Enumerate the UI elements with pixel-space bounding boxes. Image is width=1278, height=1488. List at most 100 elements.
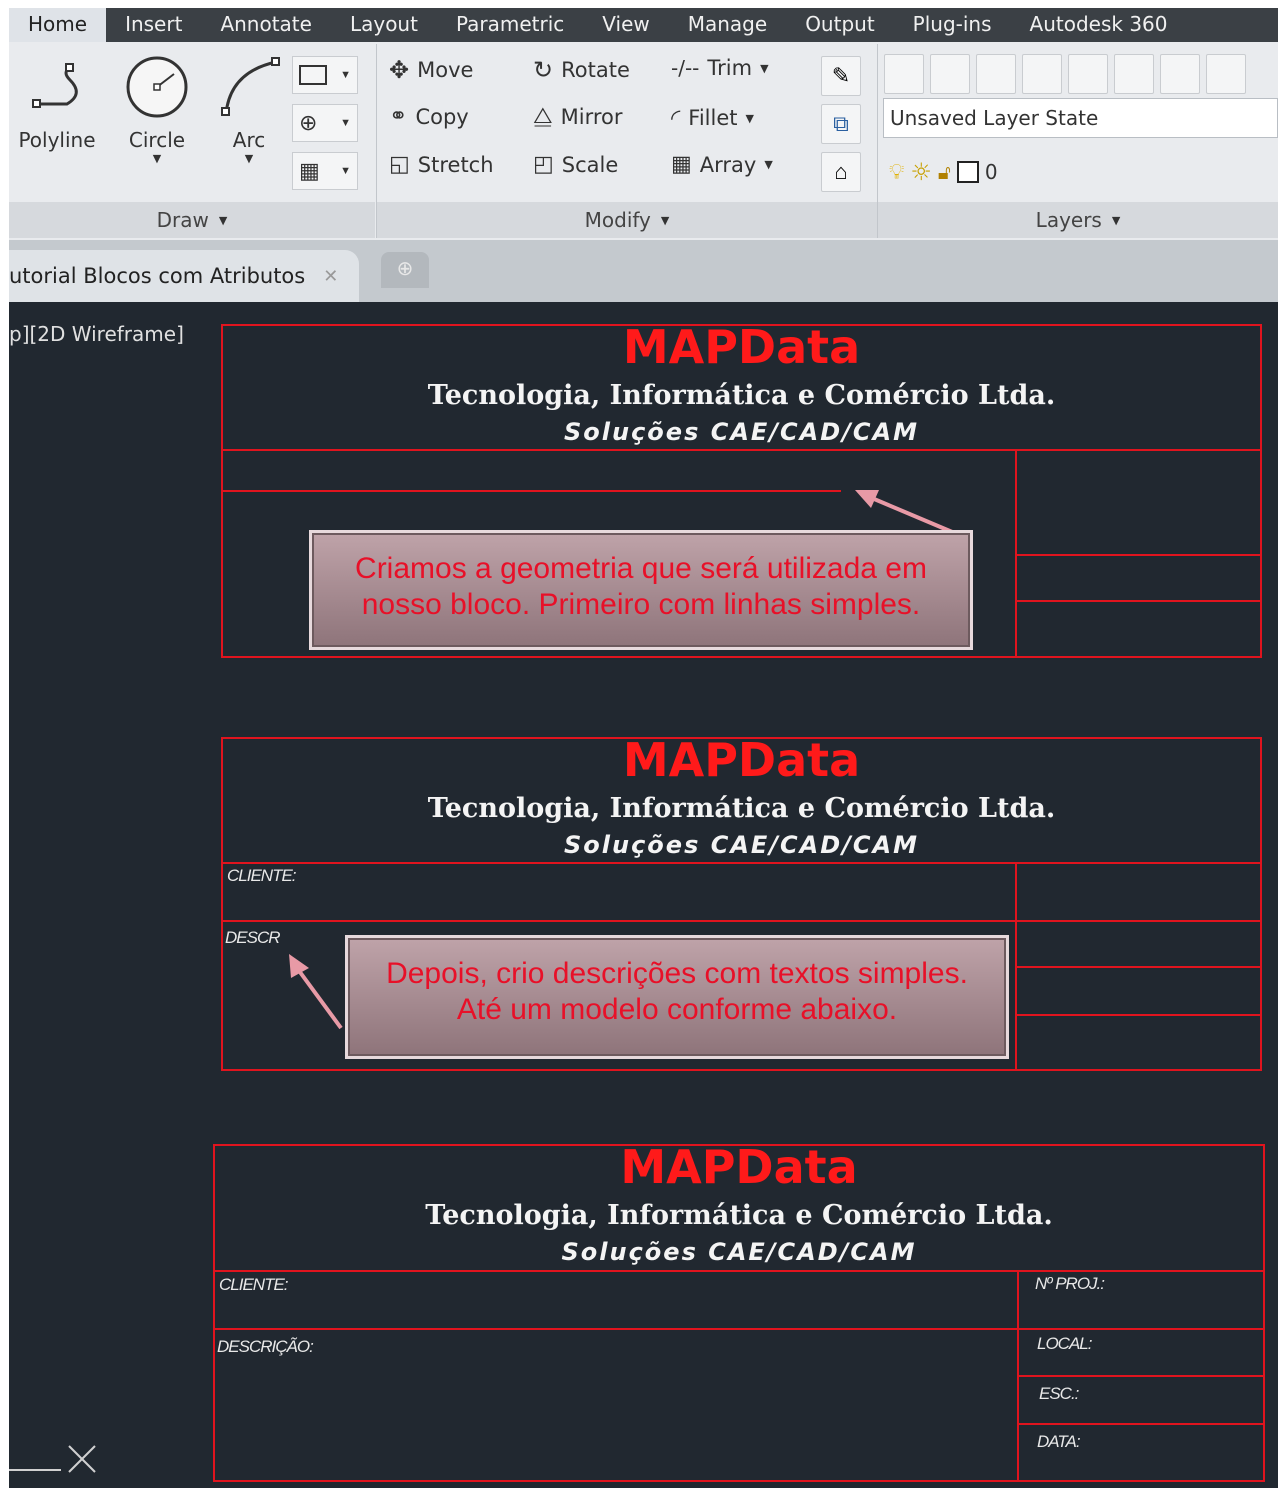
- stretch-button[interactable]: ◱ Stretch: [389, 152, 494, 177]
- scale-icon: ◰: [533, 152, 554, 177]
- layer-freeze-icon[interactable]: [1068, 54, 1108, 94]
- field-label-descr: DESCR: [225, 928, 281, 947]
- tab-view[interactable]: View: [583, 8, 668, 42]
- tab-parametric[interactable]: Parametric: [437, 8, 583, 42]
- chevron-down-icon: ▼: [340, 69, 351, 81]
- chevron-down-icon[interactable]: ▼: [209, 152, 289, 165]
- chevron-down-icon[interactable]: ▼: [115, 152, 199, 165]
- fillet-icon: ◜: [671, 104, 681, 132]
- offset-icon: ⌂: [834, 159, 848, 184]
- drawing-canvas[interactable]: p][2D Wireframe] MAPData Tecnologia, Inf…: [9, 302, 1278, 1488]
- tab-plugins[interactable]: Plug-ins: [894, 8, 1011, 42]
- fillet-label: Fillet: [688, 106, 738, 130]
- frame-line: [221, 920, 1262, 922]
- frame-line: [1015, 966, 1262, 968]
- scale-button[interactable]: ◰ Scale: [533, 152, 618, 177]
- ribbon-tabs: Home Insert Annotate Layout Parametric V…: [9, 8, 1278, 42]
- layer-lock-icon[interactable]: [1160, 54, 1200, 94]
- callout-1-line-2: nosso bloco. Primeiro com linhas simples…: [361, 588, 921, 621]
- field-label-cliente: CLIENTE:: [219, 1275, 289, 1294]
- frame-line: [221, 862, 1262, 864]
- layer-match-icon[interactable]: [930, 54, 970, 94]
- tab-manage[interactable]: Manage: [669, 8, 786, 42]
- explode-icon: ⧉: [833, 111, 849, 136]
- layer-properties-icon[interactable]: [884, 54, 924, 94]
- callout-2: Depois, crio descrições com textos simpl…: [345, 935, 1009, 1059]
- frame-line: [213, 1270, 1265, 1272]
- layer-color-swatch: [956, 161, 979, 183]
- brand-title: MAPData: [622, 733, 861, 787]
- draw-panel-title[interactable]: Draw ▼: [9, 202, 375, 238]
- chevron-down-icon: ▼: [745, 111, 754, 125]
- new-tab-button[interactable]: ⊕: [381, 252, 429, 288]
- mirror-button[interactable]: ⧋ Mirror: [533, 104, 623, 129]
- layer-off-icon[interactable]: [1114, 54, 1154, 94]
- tab-annotate[interactable]: Annotate: [201, 8, 331, 42]
- file-tab-title: utorial Blocos com Atributos: [9, 264, 306, 288]
- brand-title: MAPData: [622, 320, 861, 374]
- rotate-label: Rotate: [561, 58, 630, 82]
- viewport-controls[interactable]: p][2D Wireframe]: [9, 322, 184, 346]
- circle-button[interactable]: Circle ▼: [115, 52, 199, 165]
- callout-2-line-2: Até um modelo conforme abaixo.: [456, 993, 898, 1026]
- window-edge: [0, 0, 13, 1488]
- frame-line: [1015, 600, 1262, 602]
- callout-2-line-1: Depois, crio descrições com textos simpl…: [386, 957, 968, 990]
- fillet-button[interactable]: ◜ Fillet ▼: [671, 104, 754, 132]
- trim-button[interactable]: -/-- Trim ▼: [671, 56, 769, 80]
- layer-dropdown[interactable]: 💡︎ ☼ 🔓︎ 0: [883, 150, 1278, 194]
- polyline-button[interactable]: Polyline: [9, 52, 105, 152]
- rectangle-button[interactable]: ▼: [292, 56, 358, 94]
- modify-panel-label: Modify: [584, 208, 651, 232]
- chevron-down-icon: ▼: [218, 213, 228, 227]
- rotate-button[interactable]: ↻ Rotate: [533, 56, 630, 84]
- array-button[interactable]: ▦ Array ▼: [671, 152, 773, 177]
- hatch-button[interactable]: ⊕ ▼: [292, 104, 358, 142]
- chevron-down-icon: ▼: [340, 165, 351, 177]
- layer-state-dropdown[interactable]: Unsaved Layer State: [883, 98, 1278, 138]
- draw-panel-label: Draw: [156, 208, 209, 232]
- frame-line: [1260, 737, 1262, 1071]
- chevron-down-icon: ▼: [1111, 213, 1121, 227]
- lightbulb-icon[interactable]: 💡︎: [889, 160, 904, 185]
- current-layer-name: 0: [984, 160, 998, 184]
- region-button[interactable]: ▦ ▼: [292, 152, 358, 190]
- unlock-icon[interactable]: 🔓︎: [938, 160, 951, 184]
- region-icon: ▦: [299, 158, 320, 183]
- tab-autodesk360[interactable]: Autodesk 360: [1011, 8, 1187, 42]
- polyline-label: Polyline: [18, 128, 96, 152]
- callout-1: Criamos a geometria que será utilizada e…: [309, 530, 973, 650]
- layers-panel-title[interactable]: Layers ▼: [878, 202, 1278, 238]
- tab-home[interactable]: Home: [9, 8, 107, 42]
- tab-output[interactable]: Output: [786, 8, 893, 42]
- frame-line: [1015, 1014, 1262, 1016]
- file-tab-active[interactable]: utorial Blocos com Atributos ✕: [9, 250, 359, 302]
- copy-icon: ⚭: [389, 104, 408, 129]
- layer-isolate-icon[interactable]: [1022, 54, 1062, 94]
- sun-icon[interactable]: ☼: [910, 158, 932, 186]
- explode-button[interactable]: ⧉: [821, 104, 861, 144]
- draw-panel: Polyline Circle ▼ Arc ▼ ▼ ⊕ ▼ ▦ ▼ Draw ▼: [9, 42, 375, 240]
- move-button[interactable]: ✥ Move: [389, 56, 473, 84]
- polyline-icon: [32, 63, 78, 108]
- tagline: Soluções CAE/CAD/CAM: [561, 1238, 917, 1266]
- arc-button[interactable]: Arc ▼: [209, 52, 289, 165]
- circle-label: Circle: [128, 128, 186, 152]
- layers-panel: Layers ▼: [878, 42, 1278, 240]
- erase-button[interactable]: ✎: [821, 56, 861, 96]
- array-icon: ▦: [671, 152, 692, 177]
- modify-panel: ✥ Move ↻ Rotate -/-- Trim ▼ ⚭ Copy ⧋ Mirror ◜ F…: [377, 42, 877, 240]
- copy-button[interactable]: ⚭ Copy: [389, 104, 469, 129]
- modify-panel-title[interactable]: Modify ▼: [377, 202, 877, 238]
- tab-insert[interactable]: Insert: [106, 8, 201, 42]
- tab-layout[interactable]: Layout: [331, 8, 437, 42]
- ribbon: Polyline Circle ▼ Arc ▼ ▼ ⊕ ▼ ▦ ▼ Draw ▼ ✥ M…: [9, 42, 1278, 240]
- close-icon[interactable]: ✕: [323, 266, 338, 287]
- field-label-esc: ESC.:: [1039, 1384, 1079, 1403]
- rotate-icon: ↻: [533, 56, 554, 84]
- trim-label: Trim: [707, 56, 753, 80]
- stretch-label: Stretch: [417, 152, 494, 177]
- offset-button[interactable]: ⌂: [821, 152, 861, 192]
- layer-more-icon[interactable]: [1206, 54, 1246, 94]
- layer-previous-icon[interactable]: [976, 54, 1016, 94]
